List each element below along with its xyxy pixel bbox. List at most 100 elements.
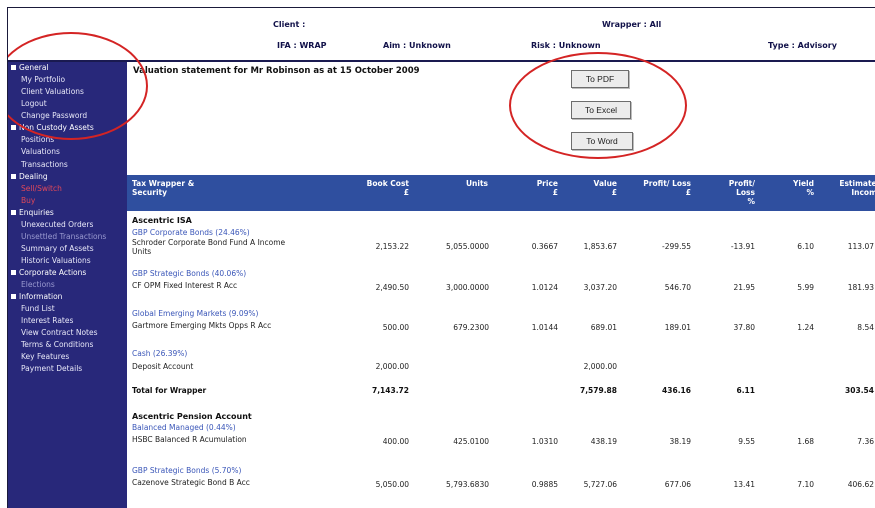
aim-label: Aim : Unknown — [383, 41, 451, 50]
col-header-line: Income — [851, 188, 875, 197]
sidebar-section-label: General — [19, 63, 49, 72]
security-name: CF OPM Fixed Interest R Acc — [132, 281, 238, 290]
value: 5,727.06 — [583, 480, 617, 489]
profit-loss-pct: 21.95 — [733, 283, 755, 292]
col-yield-header: Yield% — [793, 179, 814, 197]
sidebar-item-transactions[interactable]: Transactions — [21, 160, 68, 169]
to-pdf-button[interactable]: To PDF — [571, 70, 629, 88]
main-content: Valuation statement for Mr Robinson as a… — [127, 62, 875, 508]
sidebar-section-information[interactable]: Information — [11, 292, 62, 301]
yield: 1.24 — [797, 323, 814, 332]
asset-category: Cash (26.39%) — [132, 349, 188, 358]
risk-label: Risk : Unknown — [531, 41, 601, 50]
sidebar-item-client-valuations[interactable]: Client Valuations — [21, 87, 84, 96]
col-income-header: EstimatedIncome — [839, 179, 875, 197]
sidebar-section-non-custody[interactable]: Non Custody Assets — [11, 123, 94, 132]
price: 1.0310 — [531, 437, 558, 446]
value: 438.19 — [590, 437, 617, 446]
sidebar-section-label: Non Custody Assets — [19, 123, 94, 132]
sidebar-item-logout[interactable]: Logout — [21, 99, 47, 108]
sidebar-section-label: Enquiries — [19, 208, 54, 217]
client-header: Client : Wrapper : All IFA : WRAP Aim : … — [8, 8, 875, 62]
collapse-icon — [11, 270, 16, 275]
sidebar-section-label: Corporate Actions — [19, 268, 87, 277]
security-name: Cazenove Strategic Bond B Acc — [132, 478, 250, 487]
security-name-cont: Units — [132, 247, 152, 256]
sidebar-item-fund-list[interactable]: Fund List — [21, 304, 55, 313]
estimated-income: 8.54 — [857, 323, 874, 332]
sidebar-section-enquiries[interactable]: Enquiries — [11, 208, 54, 217]
sidebar-item-view-contract-notes[interactable]: View Contract Notes — [21, 328, 98, 337]
sidebar-item-interest-rates[interactable]: Interest Rates — [21, 316, 73, 325]
sidebar-item-valuations[interactable]: Valuations — [21, 147, 60, 156]
value: 2,000.00 — [583, 362, 617, 371]
sidebar-item-positions[interactable]: Positions — [21, 135, 54, 144]
book-cost: 500.00 — [382, 323, 409, 332]
security-name: HSBC Balanced R Acumulation — [132, 435, 247, 444]
to-word-button[interactable]: To Word — [571, 132, 633, 150]
to-excel-button[interactable]: To Excel — [571, 101, 631, 119]
total-income: 303.54 — [845, 386, 874, 395]
sidebar-item-unsettled-transactions[interactable]: Unsettled Transactions — [21, 232, 106, 241]
value: 3,037.20 — [583, 283, 617, 292]
price: 0.9885 — [531, 480, 558, 489]
sidebar-section-label: Information — [19, 292, 63, 301]
app-frame: Client : Wrapper : All IFA : WRAP Aim : … — [7, 7, 875, 508]
sidebar-item-buy[interactable]: Buy — [21, 196, 35, 205]
profit-loss-pct: -13.91 — [730, 242, 755, 251]
sidebar-item-historic-valuations[interactable]: Historic Valuations — [21, 256, 91, 265]
valuation-title: Valuation statement for Mr Robinson as a… — [133, 66, 420, 76]
yield: 7.10 — [797, 480, 814, 489]
sidebar-item-terms-conditions[interactable]: Terms & Conditions — [21, 340, 93, 349]
security-name: Schroder Corporate Bond Fund A Income — [132, 238, 286, 247]
sidebar-item-key-features[interactable]: Key Features — [21, 352, 69, 361]
wrapper-label: Wrapper : All — [602, 20, 662, 29]
book-cost: 2,490.50 — [375, 283, 409, 292]
col-header-line: Security — [132, 188, 168, 197]
col-price-header: Price £ — [537, 179, 558, 197]
asset-category: GBP Corporate Bonds (24.46%) — [132, 228, 250, 237]
collapse-icon — [11, 125, 16, 130]
col-header-line: % — [806, 188, 814, 197]
asset-category: GBP Strategic Bonds (40.06%) — [132, 269, 247, 278]
holdings-table: Ascentric ISA GBP Corporate Bonds (24.46… — [127, 211, 875, 508]
sidebar-item-elections[interactable]: Elections — [21, 280, 55, 289]
col-header-line: £ — [552, 188, 558, 197]
collapse-icon — [11, 65, 16, 70]
book-cost: 400.00 — [382, 437, 409, 446]
col-profit-loss-header: Profit/ Loss £ — [643, 179, 691, 197]
sidebar-section-corporate-actions[interactable]: Corporate Actions — [11, 268, 86, 277]
units: 679.2300 — [453, 323, 489, 332]
collapse-icon — [11, 174, 16, 179]
sidebar-section-dealing[interactable]: Dealing — [11, 172, 48, 181]
sidebar-item-sell-switch[interactable]: Sell/Switch — [21, 184, 62, 193]
col-profit-loss-pct-header: Profit/Loss% — [729, 179, 755, 206]
sidebar-section-label: Dealing — [19, 172, 48, 181]
col-header-line: Price — [536, 179, 558, 188]
estimated-income: 7.36 — [857, 437, 874, 446]
profit-loss: 189.01 — [664, 323, 691, 332]
security-name: Deposit Account — [132, 362, 194, 371]
profit-loss: 546.70 — [664, 283, 691, 292]
col-header-line: Tax Wrapper & — [132, 179, 195, 188]
wrapper-title: Ascentric Pension Account — [132, 412, 252, 421]
sidebar-item-payment-details[interactable]: Payment Details — [21, 364, 82, 373]
book-cost: 2,000.00 — [375, 362, 409, 371]
profit-loss: -299.55 — [662, 242, 691, 251]
col-header-line: £ — [611, 188, 617, 197]
yield: 6.10 — [797, 242, 814, 251]
units: 5,055.0000 — [446, 242, 489, 251]
sidebar-item-change-password[interactable]: Change Password — [21, 111, 87, 120]
collapse-icon — [11, 210, 16, 215]
security-name: Gartmore Emerging Mkts Opps R Acc — [132, 321, 272, 330]
sidebar-item-my-portfolio[interactable]: My Portfolio — [21, 75, 65, 84]
sidebar-item-summary-of-assets[interactable]: Summary of Assets — [21, 244, 94, 253]
col-header-line: Loss — [736, 188, 755, 197]
sidebar-section-general[interactable]: General — [11, 63, 49, 72]
total-label: Total for Wrapper — [132, 386, 207, 395]
sidebar-item-unexecuted-orders[interactable]: Unexecuted Orders — [21, 220, 93, 229]
units: 3,000.0000 — [446, 283, 489, 292]
yield: 5.99 — [797, 283, 814, 292]
value: 1,853.67 — [583, 242, 617, 251]
profit-loss-pct: 37.80 — [733, 323, 755, 332]
